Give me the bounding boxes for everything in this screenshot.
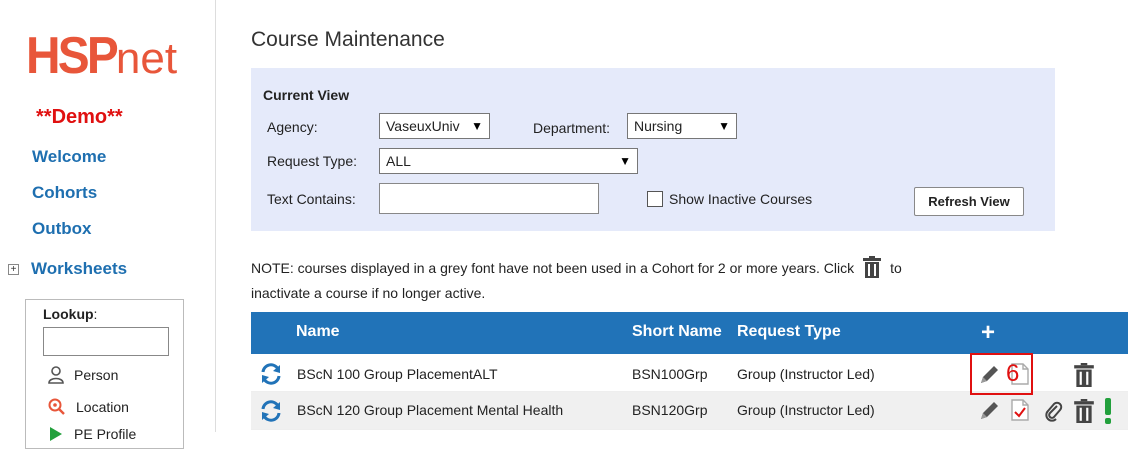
lookup-location-label: Location: [76, 399, 129, 415]
course-name: BScN 100 Group PlacementALT: [297, 366, 498, 382]
edit-pencil-icon[interactable]: [978, 400, 1000, 422]
current-view-panel: Current View Agency: VaseuxUniv ▼ Departm…: [251, 68, 1055, 231]
show-inactive-checkbox[interactable]: [647, 191, 663, 207]
col-name[interactable]: Name: [296, 323, 340, 341]
note-part1: NOTE: courses displayed in a grey font h…: [251, 260, 855, 277]
exclamation-alert-icon[interactable]: [1104, 398, 1112, 424]
attachment-paperclip-icon[interactable]: [1045, 400, 1063, 422]
lookup-pe-profile[interactable]: PE Profile: [48, 426, 136, 442]
lookup-pe-profile-label: PE Profile: [74, 426, 137, 442]
person-icon: [48, 366, 64, 384]
text-contains-input[interactable]: [379, 183, 599, 214]
lookup-location[interactable]: Location: [48, 398, 129, 416]
dropdown-caret-icon: ▼: [471, 119, 483, 133]
nav-cohorts[interactable]: Cohorts: [32, 183, 97, 203]
course-short-name: BSN120Grp: [632, 402, 708, 418]
main-content: Course Maintenance Current View Agency: …: [216, 0, 1134, 432]
logo-net: net: [115, 34, 178, 83]
page-title: Course Maintenance: [251, 28, 445, 51]
hspnet-logo[interactable]: HSPnet: [26, 26, 177, 86]
lookup-person-label: Person: [74, 367, 119, 383]
lookup-label: Lookup:: [43, 306, 98, 322]
delete-trash-icon[interactable]: [1073, 399, 1095, 423]
lookup-input[interactable]: [43, 327, 169, 356]
add-course-button[interactable]: +: [981, 319, 995, 347]
department-label: Department:: [533, 120, 611, 136]
agency-label: Agency:: [267, 119, 318, 135]
sync-icon[interactable]: [259, 399, 283, 423]
refresh-view-button[interactable]: Refresh View: [914, 187, 1024, 216]
department-value: Nursing: [634, 118, 683, 134]
note-text: NOTE: courses displayed in a grey font h…: [251, 256, 951, 303]
course-request-type: Group (Instructor Led): [737, 402, 875, 418]
annotation-number: 6: [1006, 360, 1020, 387]
expand-icon[interactable]: +: [8, 264, 19, 275]
text-contains-label: Text Contains:: [267, 191, 356, 207]
document-checked-icon[interactable]: [1011, 399, 1029, 421]
location-search-icon: [48, 398, 65, 415]
highlight-box: [970, 353, 1033, 395]
delete-trash-icon[interactable]: [1073, 363, 1095, 387]
dropdown-caret-icon: ▼: [619, 154, 631, 168]
col-request-type[interactable]: Request Type: [737, 323, 841, 341]
show-inactive-label[interactable]: Show Inactive Courses: [669, 191, 812, 207]
dropdown-caret-icon: ▼: [718, 119, 730, 133]
play-icon: [50, 427, 62, 441]
table-header: Name Short Name Request Type +: [251, 312, 1128, 354]
sync-icon[interactable]: [259, 362, 283, 386]
request-type-select[interactable]: ALL ▼: [379, 148, 638, 174]
agency-value: VaseuxUniv: [386, 118, 460, 134]
nav-worksheets[interactable]: Worksheets: [31, 259, 127, 279]
logo-hsp: HSP: [26, 27, 119, 85]
table-row: BScN 120 Group Placement Mental Health B…: [251, 392, 1128, 430]
nav-welcome[interactable]: Welcome: [32, 147, 106, 167]
course-short-name: BSN100Grp: [632, 366, 708, 382]
course-name: BScN 120 Group Placement Mental Health: [297, 402, 564, 418]
lookup-person[interactable]: Person: [48, 366, 118, 384]
department-select[interactable]: Nursing ▼: [627, 113, 737, 139]
request-type-label: Request Type:: [267, 153, 358, 169]
demo-label: **Demo**: [36, 106, 123, 128]
course-request-type: Group (Instructor Led): [737, 366, 875, 382]
lookup-panel: Lookup: Person Location PE Profile: [25, 299, 184, 449]
current-view-heading: Current View: [263, 87, 350, 103]
request-type-value: ALL: [386, 153, 411, 169]
col-short-name[interactable]: Short Name: [632, 323, 722, 341]
agency-select[interactable]: VaseuxUniv ▼: [379, 113, 490, 139]
nav-outbox[interactable]: Outbox: [32, 219, 92, 239]
sidebar: HSPnet **Demo** Welcome Cohorts Outbox +…: [0, 0, 216, 449]
trash-icon: [862, 256, 882, 283]
